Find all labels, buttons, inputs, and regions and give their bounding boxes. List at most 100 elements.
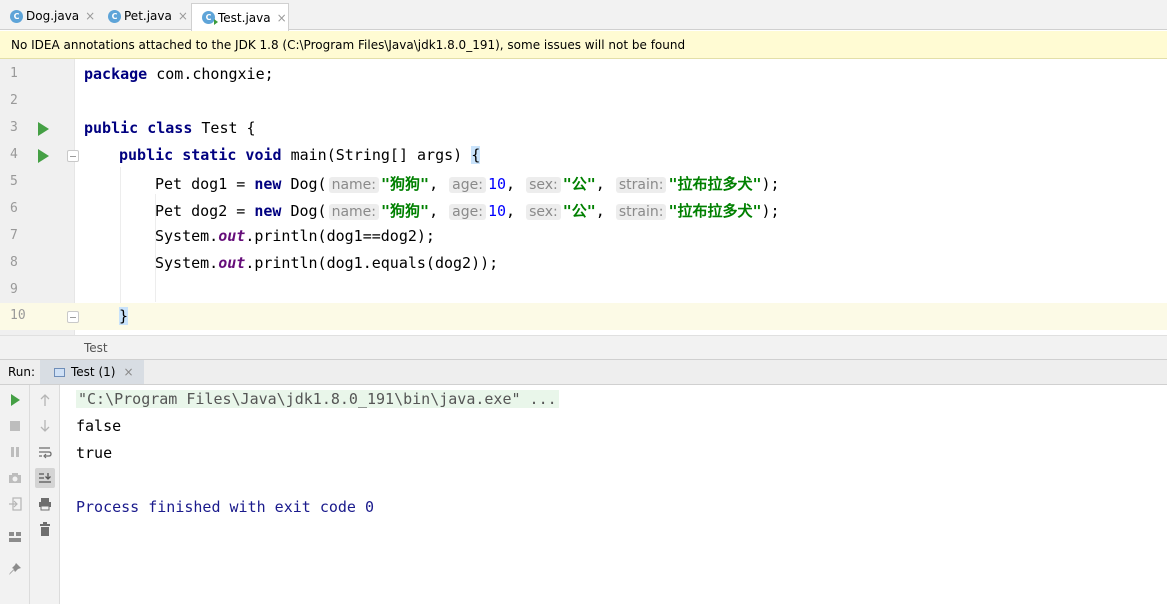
code-text: main(String[] args) (281, 146, 472, 164)
stop-icon (10, 421, 20, 431)
code-text: , (595, 175, 614, 193)
camera-icon (9, 473, 21, 483)
pin-icon (9, 563, 21, 575)
up-button[interactable] (35, 390, 55, 410)
class-icon: C (10, 9, 23, 23)
number-literal: 10 (487, 202, 506, 220)
code-line-9: 9 (0, 277, 1167, 304)
param-hint: age: (449, 204, 486, 220)
param-hint: sex: (526, 177, 561, 193)
code-text: ); (761, 202, 780, 220)
string-literal: "狗狗" (381, 175, 430, 193)
run-tab-test[interactable]: Test (1) × (40, 360, 144, 384)
code-text: Dog( (281, 202, 327, 220)
close-icon[interactable]: × (123, 365, 133, 379)
keyword: public class (84, 119, 193, 137)
run-tool-window-header: Run: Test (1) × (0, 360, 1167, 385)
tab-test-java[interactable]: C Test.java × (191, 3, 289, 31)
line-number: 1 (10, 66, 18, 81)
code-line-6: 6 Pet dog2 = new Dog(name: "狗狗", age: 10, … (0, 196, 1167, 223)
param-hint: age: (449, 177, 486, 193)
line-number: 4 (10, 147, 18, 162)
pin-button[interactable] (5, 559, 25, 579)
run-class-icon[interactable] (38, 122, 49, 136)
console-command-line: "C:\Program Files\Java\jdk1.8.0_191\bin\… (76, 390, 559, 408)
run-main-icon[interactable] (38, 149, 49, 163)
fold-icon[interactable] (67, 311, 79, 323)
code-text: .println(dog1.equals(dog2)); (245, 254, 499, 272)
code-text: , (429, 202, 448, 220)
line-number: 5 (10, 174, 18, 189)
close-icon[interactable]: × (178, 9, 188, 23)
print-button[interactable] (35, 494, 55, 514)
down-button[interactable] (35, 416, 55, 436)
arrow-up-icon (40, 394, 50, 406)
scroll-to-end-icon (39, 473, 51, 483)
code-line-10: 10 } (0, 303, 1167, 330)
code-line-1: 1 package com.chongxie; (0, 61, 1167, 88)
code-line-8: 8 System.out.println(dog1.equals(dog2)); (0, 250, 1167, 277)
scroll-to-end-button[interactable] (35, 468, 55, 488)
tab-label: Test.java (218, 10, 271, 25)
clear-all-button[interactable] (35, 519, 55, 539)
console-exit-line: Process finished with exit code 0 (76, 498, 375, 516)
close-icon[interactable]: × (85, 9, 95, 23)
matched-brace: } (119, 307, 129, 325)
code-line-5: 5 Pet dog1 = new Dog(name: "狗狗", age: 10, … (0, 169, 1167, 196)
code-text: ); (761, 175, 780, 193)
console-output-line: false (76, 417, 122, 435)
param-hint: name: (328, 204, 380, 220)
tab-pet-java[interactable]: C Pet.java × (98, 3, 191, 29)
matched-brace: { (471, 146, 481, 164)
code-text: , (429, 175, 448, 193)
code-line-2: 2 (0, 88, 1167, 115)
class-icon: C (108, 9, 121, 23)
soft-wrap-button[interactable] (35, 442, 55, 462)
editor-tab-bar: C Dog.java × C Pet.java × C Test.java × (0, 0, 1167, 31)
tab-label: Pet.java (124, 9, 172, 23)
fold-icon[interactable] (67, 150, 79, 162)
close-icon[interactable]: × (277, 11, 287, 25)
console-output-line: true (76, 444, 113, 462)
code-text: Dog( (281, 175, 327, 193)
pause-button[interactable] (5, 442, 25, 462)
line-number: 8 (10, 255, 18, 270)
param-hint: name: (328, 177, 380, 193)
code-text: Pet dog1 = (155, 175, 255, 193)
keyword: public static void (119, 146, 282, 164)
run-tab-label: Test (1) (71, 365, 116, 379)
console-output[interactable]: "C:\Program Files\Java\jdk1.8.0_191\bin\… (60, 385, 1167, 604)
code-line-7: 7 System.out.println(dog1==dog2); (0, 223, 1167, 250)
code-text: com.chongxie; (147, 65, 274, 83)
annotations-notice: No IDEA annotations attached to the JDK … (0, 31, 1167, 59)
string-literal: "狗狗" (381, 202, 430, 220)
string-literal: "拉布拉多犬" (668, 202, 762, 220)
play-icon (10, 394, 20, 406)
exit-icon (9, 497, 22, 511)
tab-dog-java[interactable]: C Dog.java × (0, 3, 98, 29)
param-hint: strain: (615, 177, 667, 193)
param-hint: strain: (615, 204, 667, 220)
string-literal: "拉布拉多犬" (668, 175, 762, 193)
code-line-4: 4 public static void main(String[] args)… (0, 142, 1167, 169)
run-toolbar-secondary (30, 385, 60, 604)
line-number: 9 (10, 282, 18, 297)
run-toolbar-primary (0, 385, 30, 604)
stop-button[interactable] (5, 416, 25, 436)
exit-button[interactable] (5, 494, 25, 514)
line-number: 10 (10, 308, 26, 323)
trash-icon (40, 522, 50, 536)
code-text: , (506, 202, 525, 220)
breadcrumb-item[interactable]: Test (84, 341, 108, 355)
layout-button[interactable] (5, 527, 25, 547)
rerun-button[interactable] (5, 390, 25, 410)
dump-threads-button[interactable] (5, 468, 25, 488)
code-text: Pet dog2 = (155, 202, 255, 220)
string-literal: "公" (562, 202, 596, 220)
number-literal: 10 (487, 175, 506, 193)
line-number: 3 (10, 120, 18, 135)
layout-icon (9, 532, 21, 542)
class-run-icon: C (202, 11, 218, 25)
code-editor[interactable]: 1 package com.chongxie; 2 3 public class… (0, 59, 1167, 335)
print-icon (39, 498, 51, 511)
